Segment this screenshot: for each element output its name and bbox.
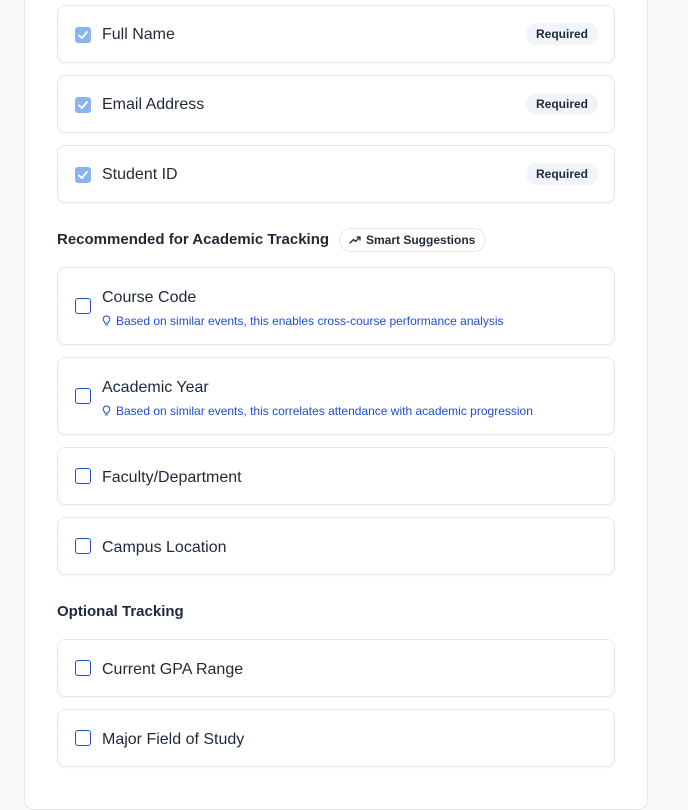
field-label: Faculty/Department (102, 469, 242, 486)
trending-up-icon (349, 236, 361, 244)
course-code-checkbox[interactable] (75, 298, 91, 314)
smart-suggestions-label: Smart Suggestions (366, 233, 476, 247)
suggestion-hint-text: Based on similar events, this correlates… (116, 404, 533, 418)
suggestion-hint: Based on similar events, this correlates… (102, 404, 533, 418)
field-label: Academic Year (102, 379, 209, 396)
field-card-course-code[interactable]: Course Code Based on similar events, thi… (57, 267, 615, 345)
check-icon (78, 171, 88, 179)
field-card-faculty-department[interactable]: Faculty/Department (57, 447, 615, 505)
current-gpa-range-checkbox[interactable] (75, 660, 91, 676)
suggestion-hint: Based on similar events, this enables cr… (102, 314, 504, 328)
academic-year-checkbox[interactable] (75, 388, 91, 404)
optional-heading: Optional Tracking (57, 603, 184, 620)
field-card-current-gpa-range[interactable]: Current GPA Range (57, 639, 615, 697)
required-badge: Required (525, 93, 598, 115)
field-label: Course Code (102, 289, 197, 306)
field-label: Current GPA Range (102, 661, 244, 678)
field-card-full-name[interactable]: Full Name Required (57, 5, 615, 63)
student-id-checkbox[interactable] (75, 167, 91, 183)
field-card-major-field-of-study[interactable]: Major Field of Study (57, 709, 615, 767)
check-icon (78, 31, 88, 39)
suggestion-hint-text: Based on similar events, this enables cr… (116, 314, 504, 328)
smart-suggestions-pill: Smart Suggestions (339, 228, 487, 252)
field-label: Email Address (102, 96, 205, 113)
field-card-campus-location[interactable]: Campus Location (57, 517, 615, 575)
field-card-academic-year[interactable]: Academic Year Based on similar events, t… (57, 357, 615, 435)
recommended-heading: Recommended for Academic Tracking (57, 231, 330, 248)
field-label: Full Name (102, 26, 175, 43)
full-name-checkbox[interactable] (75, 27, 91, 43)
field-card-email-address[interactable]: Email Address Required (57, 75, 615, 133)
field-label: Major Field of Study (102, 731, 245, 748)
field-label: Student ID (102, 166, 178, 183)
field-label: Campus Location (102, 539, 227, 556)
required-badge: Required (525, 23, 598, 45)
faculty-department-checkbox[interactable] (75, 468, 91, 484)
required-badge: Required (525, 163, 598, 185)
email-address-checkbox[interactable] (75, 97, 91, 113)
check-icon (78, 101, 88, 109)
campus-location-checkbox[interactable] (75, 538, 91, 554)
major-field-of-study-checkbox[interactable] (75, 730, 91, 746)
lightbulb-icon (102, 315, 111, 326)
lightbulb-icon (102, 405, 111, 416)
field-card-student-id[interactable]: Student ID Required (57, 145, 615, 203)
